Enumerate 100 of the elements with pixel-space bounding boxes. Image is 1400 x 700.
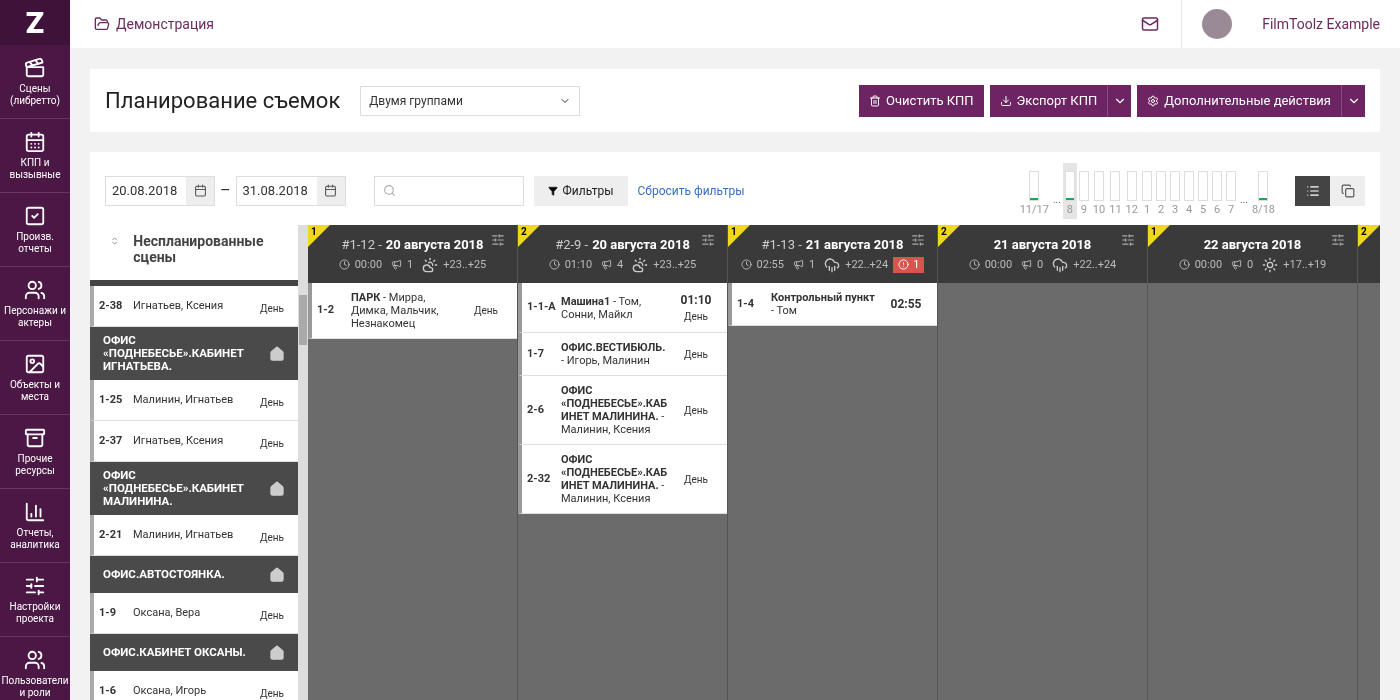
time-of-day: День bbox=[684, 471, 708, 487]
search-field[interactable] bbox=[373, 175, 524, 206]
day-date: 21 августа 2018 bbox=[993, 236, 1092, 254]
action-button[interactable]: Экспорт КПП bbox=[989, 84, 1108, 117]
temperature: +23..+25 bbox=[443, 256, 487, 273]
dropdown-button[interactable] bbox=[1341, 84, 1365, 117]
scene-duration: 02:55 bbox=[890, 296, 922, 313]
scene-number: 1-9 bbox=[99, 604, 117, 621]
group-number: 2 bbox=[521, 225, 527, 239]
range-dash: – bbox=[220, 179, 231, 202]
sidebar-item[interactable]: Произв. отчеты bbox=[0, 193, 70, 267]
time-of-day: День bbox=[259, 435, 284, 451]
copy-icon bbox=[1340, 183, 1355, 198]
clock-icon bbox=[1178, 259, 1190, 271]
sidebar-item[interactable]: Отчеты, аналитика bbox=[0, 489, 70, 563]
time-of-day: День bbox=[684, 346, 708, 362]
clock-icon bbox=[740, 259, 752, 271]
scene-card[interactable]: 1-2 ПАРК - Мирра, Димка, Мальчик, Незнакомец День bbox=[308, 283, 517, 339]
scene-card[interactable]: 1-4 Контрольный пункт - Том 02:55 bbox=[728, 283, 937, 326]
group-number: 2 bbox=[1361, 225, 1367, 239]
scene-description: ОФИС.ВЕСТИБЮЛЬ. - Игорь, Малинин bbox=[561, 341, 667, 367]
day-time: 02:55 bbox=[756, 256, 784, 273]
settings-icon[interactable] bbox=[701, 233, 715, 247]
time-of-day: День bbox=[684, 402, 708, 418]
time-of-day: День bbox=[259, 685, 284, 700]
time-of-day: День bbox=[474, 303, 498, 318]
day-code: #2-9 - bbox=[555, 236, 589, 254]
location-header: ОФИС «ПОДНЕБЕСЬЕ».КАБИНЕТ ИГНАТЬЕВА. bbox=[90, 327, 298, 380]
avatar[interactable] bbox=[1202, 9, 1233, 39]
day-time: 00:00 bbox=[984, 256, 1013, 273]
scene-row[interactable]: 2-38 Игнатьев, Ксения День bbox=[90, 286, 298, 327]
checkbox-icon bbox=[24, 204, 46, 227]
scene-row[interactable]: 2-37 Игнатьев, Ксения День bbox=[90, 421, 298, 462]
time-of-day: День bbox=[259, 607, 284, 623]
scene-row[interactable]: 1-25 Малинин, Игнатьев День bbox=[90, 380, 298, 421]
scene-card[interactable]: 2-6 ОФИС «ПОДНЕБЕСЬЕ».КАБИНЕТ МАЛИНИНА. - Малинин, Ксения День bbox=[518, 376, 727, 445]
cloud-sun-icon bbox=[422, 256, 439, 273]
scene-card[interactable]: 1-7 ОФИС.ВЕСТИБЮЛЬ. - Игорь, Малинин День bbox=[518, 333, 727, 376]
action-button[interactable]: Дополнительные действия bbox=[1137, 84, 1341, 117]
settings-icon[interactable] bbox=[491, 233, 505, 247]
day-time: 00:00 bbox=[354, 256, 383, 273]
day-date: 21 августа 2018 bbox=[805, 236, 904, 254]
dropdown-button[interactable] bbox=[1107, 84, 1132, 117]
sidebar-item[interactable]: Объекты и места bbox=[0, 341, 70, 415]
scene-number: 2-21 bbox=[99, 526, 124, 543]
day-date: 20 августа 2018 bbox=[385, 236, 484, 254]
sidebar-item[interactable]: КПП и вызывные bbox=[0, 119, 70, 193]
megaphone-icon bbox=[391, 259, 403, 271]
sidebar-item[interactable]: Настройки проекта bbox=[0, 563, 70, 637]
clock-icon bbox=[548, 259, 560, 271]
sidebar-item[interactable]: Прочие ресурсы bbox=[0, 415, 70, 489]
bar-chart-icon bbox=[24, 500, 46, 523]
breadcrumb-link[interactable]: Демонстрация bbox=[116, 13, 214, 35]
settings-icon[interactable] bbox=[1331, 233, 1345, 247]
day-code: #1-13 - bbox=[761, 236, 802, 254]
temperature: +23..+25 bbox=[653, 256, 697, 273]
time-of-day: День bbox=[259, 300, 284, 316]
card-view-button[interactable] bbox=[1330, 175, 1365, 206]
grouping-select[interactable]: Двумя группами bbox=[360, 85, 581, 116]
call-count: 0 bbox=[1037, 256, 1044, 273]
trash-icon bbox=[869, 94, 882, 107]
scene-cast: Оксана, Вера bbox=[133, 604, 202, 621]
date-to-field[interactable]: 31.08.2018 bbox=[235, 175, 346, 206]
archive-icon bbox=[24, 426, 46, 449]
megaphone-icon bbox=[1021, 259, 1033, 271]
house-icon bbox=[269, 644, 285, 661]
sidebar-item[interactable]: Персонажи и актеры bbox=[0, 267, 70, 341]
megaphone-icon bbox=[793, 259, 804, 271]
reset-filters-link[interactable]: Сбросить фильтры bbox=[637, 181, 745, 200]
scene-number: 1-6 bbox=[99, 682, 117, 699]
people-icon bbox=[24, 278, 46, 301]
calendar-icon bbox=[324, 184, 337, 197]
day-time: 01:10 bbox=[564, 256, 593, 273]
date-from-field[interactable]: 20.08.2018 bbox=[105, 175, 215, 206]
action-button[interactable]: Очистить КПП bbox=[859, 84, 984, 117]
scrollbar[interactable] bbox=[298, 225, 308, 700]
sidebar-item[interactable]: Пользователи и роли bbox=[0, 637, 70, 700]
list-icon bbox=[1305, 183, 1320, 198]
scene-row[interactable]: 1-9 Оксана, Вера День bbox=[90, 593, 298, 634]
mail-icon[interactable] bbox=[1141, 15, 1160, 33]
logo[interactable]: Z bbox=[0, 0, 70, 45]
scene-number: 1-25 bbox=[99, 391, 124, 408]
scene-number: 1-2 bbox=[317, 302, 335, 319]
user-name[interactable]: FilmToolz Example bbox=[1262, 13, 1380, 35]
call-count: 4 bbox=[617, 256, 624, 273]
scene-description: ПАРК - Мирра, Димка, Мальчик, Незнакомец bbox=[351, 291, 440, 330]
scene-description: ОФИС «ПОДНЕБЕСЬЕ».КАБИНЕТ МАЛИНИНА. - Малинин, Ксения bbox=[561, 384, 669, 436]
folder-icon bbox=[94, 16, 110, 32]
settings-icon[interactable] bbox=[911, 233, 925, 247]
ellipsis: ... bbox=[1052, 192, 1061, 207]
scene-description: Машина1 - Том, Сонни, Майкл bbox=[561, 294, 643, 321]
scene-row[interactable]: 2-21 Малинин, Игнатьев День bbox=[90, 515, 298, 556]
filter-button[interactable]: Фильтры bbox=[533, 175, 628, 206]
time-of-day: День bbox=[259, 394, 284, 410]
sidebar-item[interactable]: Сцены (либретто) bbox=[0, 45, 70, 119]
settings-icon[interactable] bbox=[1121, 233, 1135, 247]
list-view-button[interactable] bbox=[1295, 175, 1330, 206]
cloud-sun-icon bbox=[632, 256, 649, 273]
image-icon bbox=[24, 352, 46, 375]
day-code: #1-12 - bbox=[341, 236, 382, 254]
